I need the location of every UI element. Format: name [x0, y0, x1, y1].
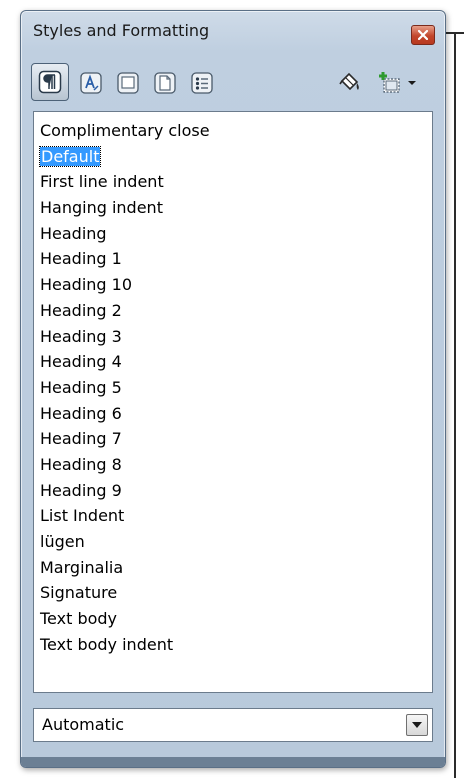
style-list-item-label: Heading 1: [40, 249, 122, 269]
styles-and-formatting-window: Styles and Formatting Complimentary clos…: [20, 10, 446, 768]
style-list-item-label: Heading 8: [40, 454, 122, 474]
style-filter-dropdown-button[interactable]: [406, 714, 428, 736]
style-filter-value: Automatic: [42, 715, 125, 734]
style-list-item-label: Heading: [40, 223, 107, 243]
fill-format-mode-button[interactable]: [336, 69, 364, 97]
style-list-item[interactable]: Text body: [40, 606, 432, 632]
style-list-item[interactable]: Heading 4: [40, 349, 432, 375]
list-styles-button[interactable]: [188, 69, 216, 97]
window-title: Styles and Formatting: [33, 21, 210, 40]
style-list-item[interactable]: Heading 3: [40, 324, 432, 350]
styles-list[interactable]: Complimentary close Default First line ind…: [33, 111, 433, 693]
style-list-item-label: Heading 10: [40, 275, 133, 295]
style-list-item[interactable]: Heading 7: [40, 426, 432, 452]
style-category-toolbar: [31, 63, 427, 103]
close-button[interactable]: [411, 25, 435, 45]
style-list-item-label: lügen: [40, 532, 85, 551]
style-list-item[interactable]: Heading 5: [40, 375, 432, 401]
list-styles-icon: [191, 72, 213, 94]
style-filter-select[interactable]: Automatic: [33, 708, 433, 742]
style-list-item[interactable]: Heading 10: [40, 272, 432, 298]
style-list-item[interactable]: Heading 9: [40, 478, 432, 504]
page-styles-icon: [154, 72, 176, 94]
style-list-item[interactable]: Marginalia: [40, 555, 432, 581]
style-list-item[interactable]: Hanging indent: [40, 195, 432, 221]
style-list-item-label: Heading 9: [40, 480, 122, 500]
paragraph-styles-icon: [38, 70, 62, 94]
background-window-edge: [446, 0, 464, 778]
chevron-down-icon: [412, 722, 422, 728]
new-style-from-selection-icon: [379, 72, 400, 93]
styles-list-items: Complimentary close Default First line ind…: [34, 112, 432, 657]
style-list-item[interactable]: Default: [38, 144, 432, 170]
style-list-item-label: Heading 2: [40, 300, 122, 320]
style-list-item-label: Hanging indent: [40, 198, 163, 218]
style-list-item[interactable]: Text body indent: [40, 632, 432, 658]
style-list-item-label: Heading 7: [40, 429, 122, 449]
dropdown-arrow-icon: [408, 81, 416, 85]
style-list-item-label: Default: [38, 145, 102, 167]
style-list-item[interactable]: Complimentary close: [40, 118, 432, 144]
style-list-item-label: Text body indent: [40, 634, 174, 654]
style-list-item-label: Marginalia: [40, 557, 124, 577]
style-list-item[interactable]: Heading 2: [40, 298, 432, 324]
style-list-item-label: Heading 4: [40, 352, 122, 372]
style-list-item-label: Text body: [40, 609, 118, 629]
character-styles-icon: [80, 72, 102, 94]
style-list-item[interactable]: Signature: [40, 580, 432, 606]
style-list-item[interactable]: Heading 8: [40, 452, 432, 478]
background-window-side-border: [454, 34, 456, 778]
style-list-item[interactable]: List Indent: [40, 503, 432, 529]
style-list-item[interactable]: First line indent: [40, 169, 432, 195]
style-list-item-label: Complimentary close: [40, 121, 210, 140]
frame-styles-button[interactable]: [114, 69, 142, 97]
style-list-item[interactable]: Heading 1: [40, 246, 432, 272]
character-styles-button[interactable]: [77, 69, 105, 97]
style-list-item-label: Heading 3: [40, 326, 122, 346]
style-list-item-label: Signature: [40, 583, 118, 603]
paragraph-styles-button[interactable]: [31, 63, 69, 101]
style-list-item-label: First line indent: [40, 172, 164, 192]
style-list-item[interactable]: lügen: [40, 529, 432, 555]
new-style-dropdown-button[interactable]: [404, 69, 420, 97]
frame-styles-icon: [117, 72, 139, 94]
style-list-item[interactable]: Heading 6: [40, 401, 432, 427]
fill-format-mode-icon: [339, 72, 359, 91]
style-list-item-label: Heading 5: [40, 377, 122, 397]
style-list-item[interactable]: Heading: [40, 221, 432, 247]
page-styles-button[interactable]: [151, 69, 179, 97]
style-list-item-label: List Indent: [40, 506, 125, 526]
new-style-from-selection-button[interactable]: [376, 69, 404, 97]
style-list-item-label: Heading 6: [40, 403, 122, 423]
close-icon: [418, 30, 428, 40]
